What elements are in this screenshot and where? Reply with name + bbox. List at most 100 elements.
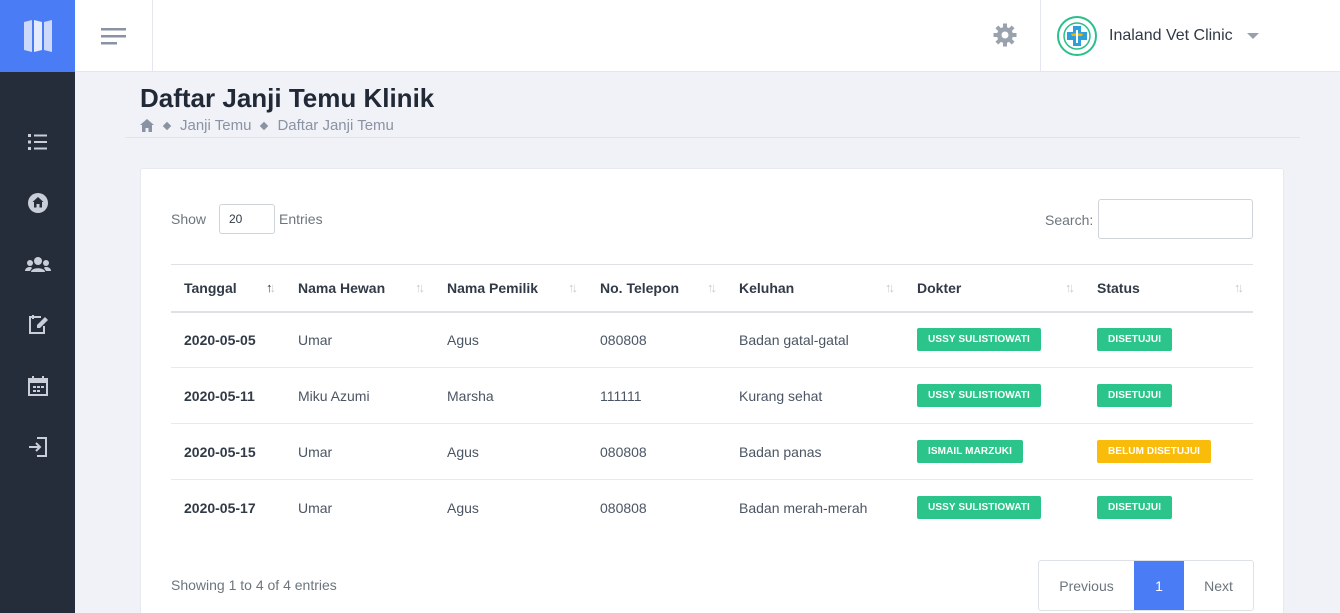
column-header-nama-pemilik[interactable]: Nama Pemilik ↑↓ [434, 265, 587, 312]
status-badge: DISETUJUI [1097, 384, 1173, 407]
cell-status: DISETUJUI [1084, 312, 1253, 368]
home-icon [27, 193, 48, 213]
breadcrumb-item-current: Daftar Janji Temu [277, 117, 394, 134]
status-badge: DISETUJUI [1097, 328, 1173, 352]
column-header-nama-hewan[interactable]: Nama Hewan ↑↓ [285, 265, 434, 312]
sort-icon: ↑↓ [266, 280, 276, 295]
column-header-tanggal[interactable]: Tanggal ↑↓ [171, 265, 285, 312]
pagination: Previous 1 Next [1038, 560, 1254, 611]
doctor-badge: USSY SULISTIOWATI [917, 328, 1041, 352]
menu-toggle-button[interactable] [75, 0, 153, 72]
cell-dokter: USSY SULISTIOWATI [904, 312, 1084, 368]
table-header-row: Tanggal ↑↓ Nama Hewan ↑↓ Nama Pemilik ↑↓ No… [171, 264, 1253, 312]
cell-status: BELUM DISETUJUI [1084, 424, 1253, 480]
app-logo[interactable] [0, 0, 75, 72]
breadcrumb-item[interactable]: Janji Temu [180, 117, 251, 134]
sort-icon: ↑↓ [1065, 280, 1075, 295]
divider [125, 137, 1300, 138]
cell-tanggal: 2020-05-05 [184, 331, 256, 348]
sort-icon: ↑↓ [568, 280, 578, 295]
cell-keluhan: Badan gatal-gatal [739, 331, 849, 348]
list-icon [27, 134, 47, 150]
clinic-logo-icon [1063, 22, 1091, 50]
sort-icon: ↑↓ [415, 280, 425, 295]
breadcrumb-separator [162, 121, 172, 130]
sidebar-item-edit-schedule[interactable] [0, 305, 75, 345]
breadcrumb: Janji Temu Daftar Janji Temu [140, 117, 394, 134]
cell-no-telepon: 080808 [600, 331, 647, 348]
cell-nama-pemilik: Marsha [447, 387, 494, 404]
page-title: Daftar Janji Temu Klinik [140, 83, 435, 113]
sign-out-icon [28, 437, 47, 457]
sidebar-item-users[interactable] [0, 245, 75, 285]
cell-nama-pemilik: Agus [447, 443, 479, 460]
cell-no-telepon: 080808 [600, 443, 647, 460]
cell-dokter: USSY SULISTIOWATI [904, 480, 1084, 536]
sort-icon: ↑↓ [885, 280, 895, 295]
cell-keluhan: Kurang sehat [739, 387, 823, 404]
search-input[interactable] [1098, 199, 1253, 239]
column-header-keluhan[interactable]: Keluhan ↑↓ [726, 265, 904, 312]
page-1-button[interactable]: 1 [1134, 561, 1184, 610]
show-label: Show [171, 211, 207, 227]
cell-nama-hewan: Miku Azumi [298, 387, 370, 404]
doctor-badge: USSY SULISTIOWATI [917, 384, 1041, 407]
entries-per-page-input[interactable] [219, 204, 275, 234]
table-row[interactable]: 2020-05-11 Miku Azumi Marsha 111111 Kura… [171, 368, 1253, 424]
column-header-no-telepon[interactable]: No. Telepon ↑↓ [587, 265, 726, 312]
cell-tanggal: 2020-05-11 [184, 387, 255, 404]
cell-nama-pemilik: Agus [447, 331, 479, 348]
cell-nama-hewan: Umar [298, 499, 333, 516]
users-icon [24, 257, 51, 272]
table-row[interactable]: 2020-05-17 Umar Agus 080808 Badan merah-… [171, 480, 1253, 536]
cell-dokter: ISMAIL MARZUKI [904, 424, 1084, 480]
entries-label: Entries [279, 211, 323, 227]
sidebar-item-logout[interactable] [0, 427, 75, 467]
previous-page-button[interactable]: Previous [1039, 561, 1134, 610]
cell-dokter: USSY SULISTIOWATI [904, 368, 1084, 424]
settings-button[interactable] [992, 22, 1018, 48]
sidebar [0, 0, 75, 613]
appointments-table: Tanggal ↑↓ Nama Hewan ↑↓ Nama Pemilik ↑↓ No… [171, 264, 1253, 536]
appointments-card: Show Entries Search: Tanggal↑↓ Nama Hewa… [140, 168, 1284, 613]
doctor-badge: ISMAIL MARZUKI [917, 440, 1023, 463]
cell-keluhan: Badan panas [739, 443, 822, 460]
column-header-dokter[interactable]: Dokter ↑↓ [904, 265, 1084, 312]
status-badge: BELUM DISETUJUI [1097, 440, 1212, 463]
table-row[interactable]: 2020-05-15 Umar Agus 080808 Badan panas … [171, 424, 1253, 480]
cell-nama-hewan: Umar [298, 331, 333, 348]
calendar-icon [27, 376, 48, 396]
sidebar-item-calendar[interactable] [0, 366, 75, 406]
table-row[interactable]: 2020-05-05 Umar Agus 080808 Badan gatal-… [171, 312, 1253, 368]
search-label: Search: [1045, 212, 1094, 228]
sort-icon: ↑↓ [707, 280, 717, 295]
cell-tanggal: 2020-05-15 [184, 443, 256, 460]
sidebar-item-home[interactable] [0, 183, 75, 223]
cell-status: DISETUJUI [1084, 480, 1253, 536]
logo-icon [23, 20, 52, 52]
user-menu[interactable]: Inaland Vet Clinic [1040, 0, 1340, 72]
breadcrumb-separator [260, 121, 269, 130]
hamburger-icon [100, 28, 126, 45]
home-icon[interactable] [140, 119, 154, 132]
cell-keluhan: Badan merah-merah [739, 499, 868, 516]
cell-no-telepon: 111111 [600, 387, 642, 404]
cell-nama-pemilik: Agus [447, 499, 479, 516]
next-page-button[interactable]: Next [1184, 561, 1253, 610]
sidebar-item-list[interactable] [0, 122, 75, 162]
sort-icon: ↑↓ [1234, 280, 1244, 295]
cell-status: DISETUJUI [1084, 368, 1253, 424]
cell-tanggal: 2020-05-17 [184, 499, 256, 516]
avatar [1057, 16, 1097, 56]
chevron-down-icon [1246, 33, 1259, 39]
clinic-name: Inaland Vet Clinic [1109, 27, 1233, 44]
edit-calendar-icon [28, 315, 48, 334]
cell-no-telepon: 080808 [600, 499, 647, 516]
topbar: Inaland Vet Clinic [75, 0, 1340, 72]
status-badge: DISETUJUI [1097, 496, 1173, 520]
column-header-status[interactable]: Status ↑↓ [1084, 265, 1253, 312]
pagination-info: Showing 1 to 4 of 4 entries [171, 577, 337, 593]
cell-nama-hewan: Umar [298, 443, 333, 460]
gear-icon [993, 23, 1017, 47]
doctor-badge: USSY SULISTIOWATI [917, 496, 1041, 520]
